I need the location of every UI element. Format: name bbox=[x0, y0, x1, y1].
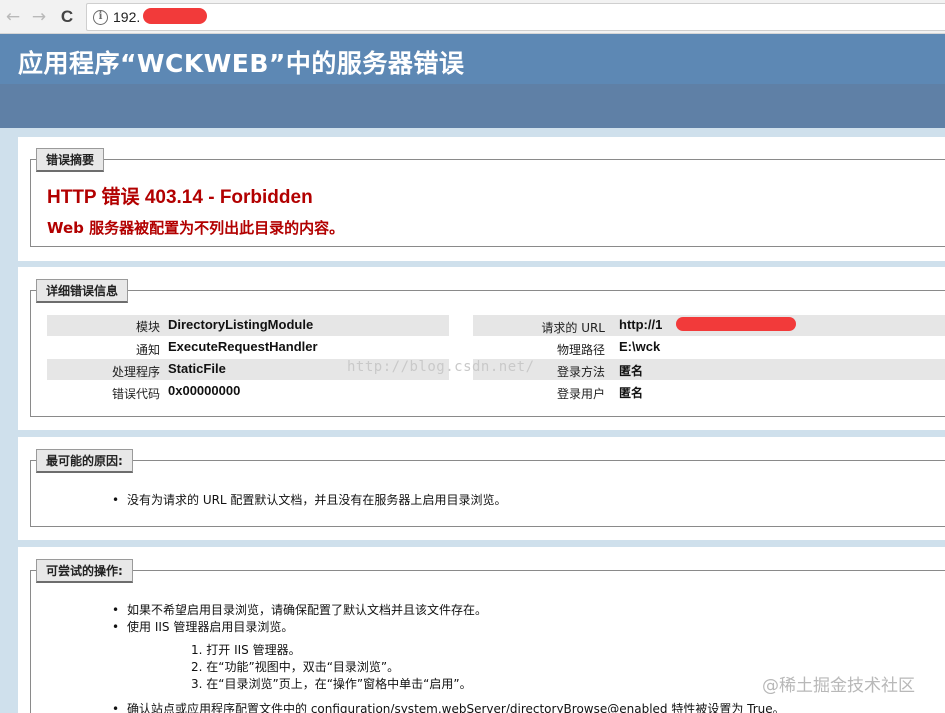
detail-label: 请求的 URL bbox=[541, 321, 605, 335]
causes-list: 没有为请求的 URL 配置默认文档，并且没有在服务器上启用目录浏览。 bbox=[112, 492, 506, 509]
blog-watermark: http://blog.csdn.net/ bbox=[347, 359, 535, 375]
detail-value: 0x00000000 bbox=[168, 383, 241, 398]
list-item: 没有为请求的 URL 配置默认文档，并且没有在服务器上启用目录浏览。 bbox=[112, 492, 506, 509]
detail-label: 登录用户 bbox=[556, 387, 605, 401]
list-item: 确认站点或应用程序配置文件中的 configuration/system.web… bbox=[112, 701, 785, 713]
list-item: 使用 IIS 管理器启用目录浏览。 bbox=[112, 619, 487, 636]
causes-panel: 最可能的原因: bbox=[18, 437, 945, 540]
list-item: 2. 在“功能”视图中，双击“目录浏览”。 bbox=[191, 660, 400, 674]
detail-value: E:\wck bbox=[619, 339, 661, 354]
forward-arrow-icon[interactable]: → bbox=[28, 6, 50, 28]
reload-icon[interactable]: C bbox=[56, 6, 78, 28]
summary-legend: 错误摘要 bbox=[36, 148, 105, 172]
detail-label: 通知 bbox=[135, 343, 160, 357]
back-arrow-icon[interactable]: ← bbox=[2, 6, 24, 28]
actions-list: 如果不希望启用目录浏览，请确保配置了默认文档并且该文件存在。 使用 IIS 管理… bbox=[112, 602, 487, 636]
details-legend: 详细错误信息 bbox=[36, 279, 129, 303]
detail-value: 匿名 bbox=[619, 386, 644, 400]
detail-value: StaticFile bbox=[168, 361, 226, 376]
url-text[interactable]: 192. bbox=[113, 9, 140, 25]
actions-steps: 1. 打开 IIS 管理器。 2. 在“功能”视图中，双击“目录浏览”。 3. … bbox=[191, 642, 472, 693]
actions-legend: 可尝试的操作: bbox=[36, 559, 133, 583]
detail-label: 错误代码 bbox=[111, 387, 160, 401]
url-redaction-mark bbox=[676, 317, 796, 331]
detail-value: ExecuteRequestHandler bbox=[168, 339, 318, 354]
detail-value: DirectoryListingModule bbox=[168, 317, 314, 332]
detail-label: 物理路径 bbox=[556, 343, 605, 357]
detail-value: http://1 bbox=[619, 317, 663, 332]
header-band bbox=[0, 84, 945, 128]
address-bar[interactable]: i 192. bbox=[86, 3, 945, 31]
list-item: 3. 在“目录浏览”页上，在“操作”窗格中单击“启用”。 bbox=[191, 677, 472, 691]
error-message: Web 服务器被配置为不列出此目录的内容。 bbox=[47, 219, 345, 237]
page-header: 应用程序“WCKWEB”中的服务器错误 bbox=[0, 34, 945, 84]
page-title: 应用程序“WCKWEB”中的服务器错误 bbox=[18, 49, 465, 78]
error-title: HTTP 错误 403.14 - Forbidden bbox=[47, 187, 313, 208]
detail-label: 处理程序 bbox=[111, 365, 160, 379]
detail-label: 模块 bbox=[135, 320, 160, 334]
list-item: 如果不希望启用目录浏览，请确保配置了默认文档并且该文件存在。 bbox=[112, 602, 487, 619]
causes-legend: 最可能的原因: bbox=[36, 449, 133, 473]
corner-watermark: @稀土掘金技术社区 bbox=[762, 676, 915, 696]
actions-list-continued: 确认站点或应用程序配置文件中的 configuration/system.web… bbox=[112, 701, 785, 713]
list-item: 1. 打开 IIS 管理器。 bbox=[191, 643, 301, 657]
site-info-icon[interactable]: i bbox=[93, 10, 108, 25]
url-redaction-mark bbox=[143, 8, 207, 24]
detail-value: 匿名 bbox=[619, 364, 644, 378]
browser-toolbar: ← → C i 192. bbox=[0, 0, 945, 34]
